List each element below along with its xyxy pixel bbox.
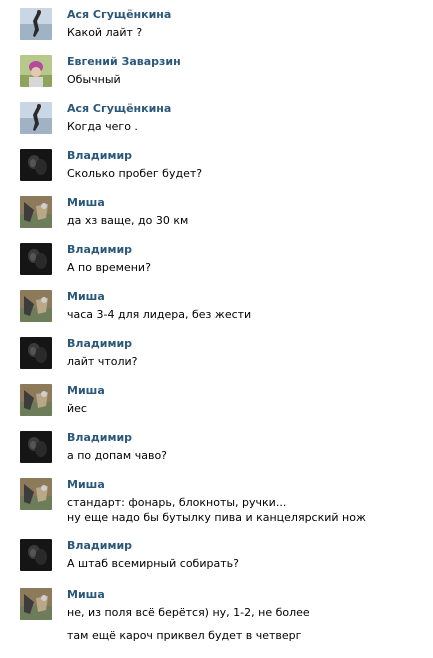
message-text: да хз ваще, до 30 км xyxy=(67,214,189,227)
author-name[interactable]: Миша xyxy=(67,384,105,398)
vladimir-avatar-image xyxy=(20,337,52,369)
message-text: а по допам чаво? xyxy=(67,449,168,462)
misha-avatar-image xyxy=(20,196,52,228)
vladimir-avatar-image xyxy=(20,149,52,181)
author-name[interactable]: Владимир xyxy=(67,243,132,257)
message-text: ну еще надо бы бутылку пива и канцелярск… xyxy=(67,511,366,524)
author-name[interactable]: Владимир xyxy=(67,431,132,445)
vladimir-avatar-image xyxy=(20,243,52,275)
avatar[interactable] xyxy=(20,337,52,369)
message-text: Когда чего . xyxy=(67,120,138,133)
vladimir-avatar-image xyxy=(20,431,52,463)
avatar[interactable] xyxy=(20,196,52,228)
message-text: Сколько пробег будет? xyxy=(67,167,203,180)
avatar[interactable] xyxy=(20,478,52,510)
message-text: лайт чтоли? xyxy=(67,355,138,368)
message-text: стандарт: фонарь, блокноты, ручки... xyxy=(67,496,287,509)
message-text: Какой лайт ? xyxy=(67,26,143,39)
misha-avatar-image xyxy=(20,384,52,416)
author-name[interactable]: Ася Сгущёнкина xyxy=(67,102,171,116)
message-text: А по времени? xyxy=(67,261,151,274)
misha-avatar-image xyxy=(20,290,52,322)
misha-avatar-image xyxy=(20,588,52,620)
author-name[interactable]: Миша xyxy=(67,196,105,210)
message-text: Обычный xyxy=(67,73,121,86)
author-name[interactable]: Евгений Заварзин xyxy=(67,55,181,69)
evgeniy-avatar-image xyxy=(20,55,52,87)
author-name[interactable]: Миша xyxy=(67,588,105,602)
vladimir-avatar-image xyxy=(20,539,52,571)
author-name[interactable]: Миша xyxy=(67,478,105,492)
avatar[interactable] xyxy=(20,55,52,87)
avatar[interactable] xyxy=(20,8,52,40)
avatar[interactable] xyxy=(20,539,52,571)
author-name[interactable]: Миша xyxy=(67,290,105,304)
author-name[interactable]: Владимир xyxy=(67,337,132,351)
message-text: часа 3-4 для лидера, без жести xyxy=(67,308,252,321)
avatar[interactable] xyxy=(20,149,52,181)
message-text: не, из поля всё берётся) ну, 1-2, не бол… xyxy=(67,606,310,619)
avatar[interactable] xyxy=(20,243,52,275)
message-text: там ещё кароч приквел будет в четверг xyxy=(67,629,302,642)
author-name[interactable]: Владимир xyxy=(67,149,132,163)
author-name[interactable]: Владимир xyxy=(67,539,132,553)
avatar[interactable] xyxy=(20,384,52,416)
asya-avatar-image xyxy=(20,8,52,40)
author-name[interactable]: Ася Сгущёнкина xyxy=(67,8,171,22)
avatar[interactable] xyxy=(20,431,52,463)
avatar[interactable] xyxy=(20,290,52,322)
message-text: А штаб всемирный собирать? xyxy=(67,557,239,570)
avatar[interactable] xyxy=(20,102,52,134)
message-text: йес xyxy=(67,402,87,415)
chat-history: Ася Сгущёнкина Какой лайт ? Евгений Зава… xyxy=(0,0,433,658)
misha-avatar-image xyxy=(20,478,52,510)
asya-avatar-image xyxy=(20,102,52,134)
avatar[interactable] xyxy=(20,588,52,620)
